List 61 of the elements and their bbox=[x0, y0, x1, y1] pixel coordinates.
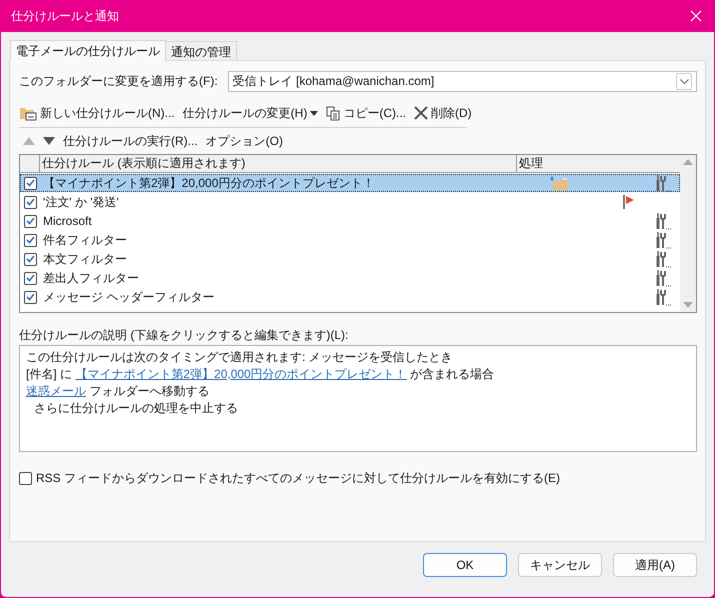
description-text: [件名] に 【マイナポイント第2弾】20,000円分のポイントプレゼント！ が含まれる場合 bbox=[26, 366, 496, 383]
description-text: 迷惑メール フォルダーへ移動する bbox=[26, 383, 210, 400]
checkbox[interactable] bbox=[24, 196, 37, 208]
toolbar-button[interactable]: 新しい仕分けルール(N)... bbox=[19, 104, 175, 122]
tools-icon bbox=[655, 213, 671, 231]
folder-envelope-icon bbox=[19, 105, 37, 121]
toolbar-button[interactable]: 削除(D) bbox=[414, 104, 472, 122]
column-header: 仕分けルール (表示順に適用されます) bbox=[39, 155, 516, 172]
rule-name: 本文フィルター bbox=[43, 250, 128, 268]
chevron-down-icon[interactable] bbox=[680, 78, 688, 84]
toolbar-button[interactable]: 仕分けルールの実行(R)... bbox=[63, 132, 198, 150]
checkbox[interactable] bbox=[19, 472, 32, 484]
checkbox[interactable] bbox=[24, 290, 37, 304]
rule-name: メッセージ ヘッダーフィルター bbox=[43, 288, 216, 306]
rule-name: '注文' か '発送' bbox=[43, 194, 120, 210]
checkbox[interactable] bbox=[24, 214, 37, 228]
rule-row[interactable]: Microsoft bbox=[20, 212, 680, 230]
window-title: 仕分けルールと通知 bbox=[11, 8, 120, 24]
link[interactable]: 【マイナポイント第2弾】20,000円分のポイントプレゼント！ bbox=[75, 367, 407, 381]
checkbox[interactable] bbox=[24, 252, 37, 266]
tools-icon bbox=[655, 232, 671, 250]
caret-icon bbox=[310, 110, 318, 116]
rule-name: 【マイナポイント第2弾】20,000円分のポイントプレゼント！ bbox=[43, 174, 376, 192]
toolbar-button[interactable]: 仕分けルールの変更(H) bbox=[182, 104, 318, 122]
toolbar-button[interactable]: オプション(O) bbox=[206, 132, 283, 150]
rule-row[interactable]: '注文' か '発送' bbox=[20, 193, 680, 211]
rule-name: 差出人フィルター bbox=[43, 270, 140, 286]
checkbox[interactable] bbox=[24, 234, 37, 246]
toolbar-button[interactable]: コピー(C)... bbox=[326, 104, 406, 122]
delete-icon bbox=[414, 106, 428, 120]
rule-name: Microsoft bbox=[43, 214, 93, 228]
dialog-button[interactable]: OK bbox=[423, 553, 507, 577]
tools-icon bbox=[655, 175, 671, 193]
description-text: さらに仕分けルールの処理を中止する bbox=[33, 400, 239, 417]
folder-value: 受信トレイ [kohama@wanichan.com] bbox=[232, 72, 436, 90]
dialog-button[interactable]: キャンセル bbox=[518, 553, 602, 577]
tools-icon bbox=[655, 270, 671, 288]
folder-dropdown[interactable]: 受信トレイ [kohama@wanichan.com] bbox=[228, 70, 697, 92]
tab[interactable]: 通知の管理 bbox=[165, 41, 237, 60]
close-icon[interactable] bbox=[690, 10, 702, 22]
rule-row[interactable]: 差出人フィルター bbox=[20, 269, 680, 287]
tools-icon bbox=[655, 251, 671, 269]
move-down-icon[interactable] bbox=[43, 137, 55, 145]
link[interactable]: 迷惑メール bbox=[26, 384, 86, 398]
dialog-button[interactable]: 適用(A) bbox=[613, 553, 697, 577]
flag-icon bbox=[623, 194, 635, 209]
description-text: この仕分けルールは次のタイミングで適用されます: メッセージを受信したとき bbox=[26, 349, 454, 366]
folder-icon bbox=[550, 175, 568, 190]
tools-icon bbox=[655, 289, 671, 307]
description-label: 仕分けルールの説明 (下線をクリックすると編集できます)(L): bbox=[19, 327, 350, 344]
rule-row[interactable]: 件名フィルター bbox=[20, 231, 680, 249]
tab[interactable]: 電子メールの仕分けルール bbox=[10, 40, 166, 61]
copy-icon bbox=[326, 106, 340, 120]
selected-row-highlight[interactable]: 【マイナポイント第2弾】20,000円分のポイントプレゼント！ bbox=[20, 174, 680, 192]
checkbox[interactable] bbox=[24, 272, 37, 284]
rule-row[interactable]: メッセージ ヘッダーフィルター bbox=[20, 288, 680, 306]
checkbox[interactable] bbox=[24, 176, 37, 190]
folder-label: このフォルダーに変更を適用する(F): bbox=[19, 72, 218, 90]
rss-option-label: RSS フィードからダウンロードされたすべてのメッセージに対して仕分けルールを有効にする(E) bbox=[36, 470, 560, 486]
rule-name: 件名フィルター bbox=[43, 232, 128, 248]
rule-row[interactable]: 本文フィルター bbox=[20, 250, 680, 268]
